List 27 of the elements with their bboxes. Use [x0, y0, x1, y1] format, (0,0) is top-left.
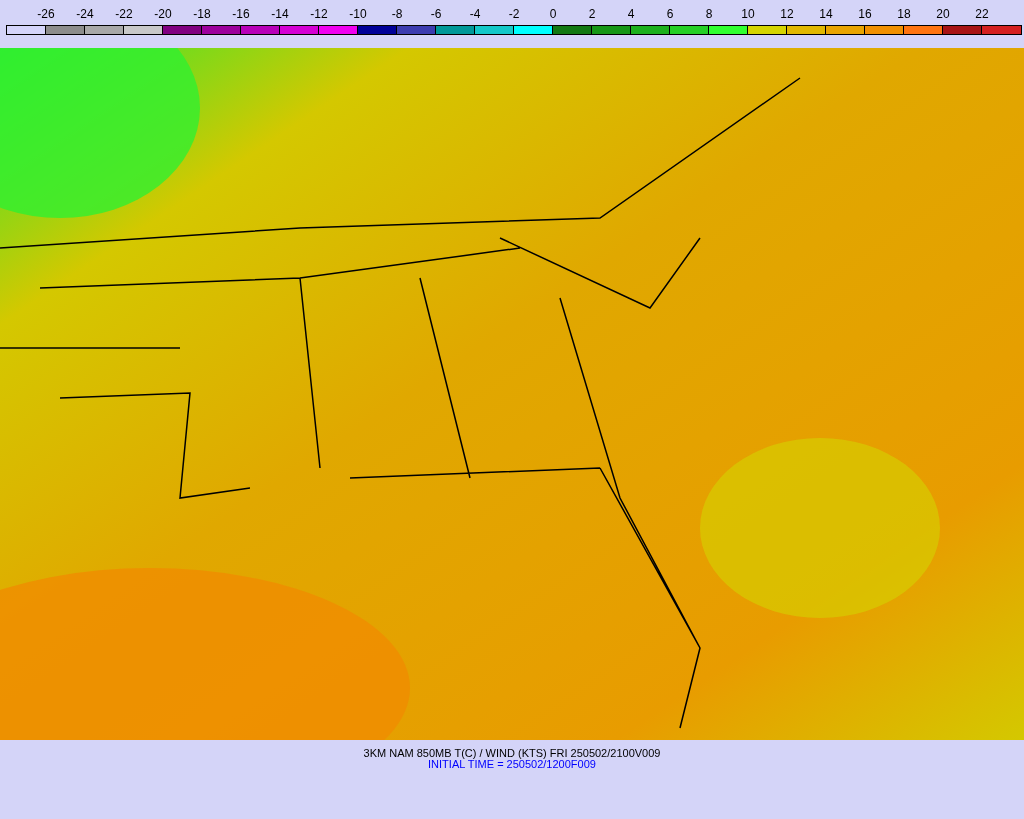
legend-label: -4	[469, 6, 481, 23]
initial-time: INITIAL TIME = 250502/1200F009	[428, 759, 596, 770]
legend-label: -22	[115, 6, 133, 23]
legend-label: -24	[76, 6, 94, 23]
legend-label: -10	[349, 6, 367, 23]
legend-label: 20	[936, 6, 950, 23]
legend-label: -14	[271, 6, 289, 23]
map-title: 3KM NAM 850MB T(C) / WIND (KTS) FRI 250502/2100V009	[363, 748, 661, 759]
legend-label: 16	[858, 6, 872, 23]
legend-label: 10	[741, 6, 755, 23]
legend-label: 6	[666, 6, 674, 23]
legend-label: 12	[780, 6, 794, 23]
legend-label: 2	[588, 6, 596, 23]
legend-label: -12	[310, 6, 328, 23]
legend-label: 8	[705, 6, 713, 23]
legend-label: -2	[508, 6, 520, 23]
legend-label: 4	[627, 6, 635, 23]
legend-label: -18	[193, 6, 211, 23]
legend-label: -16	[232, 6, 250, 23]
legend-label: 0	[549, 6, 557, 23]
legend-label: 22	[975, 6, 989, 23]
legend-label: -26	[37, 6, 55, 23]
legend-label: -8	[391, 6, 403, 23]
legend-label: -20	[154, 6, 172, 23]
legend-label: 14	[819, 6, 833, 23]
legend-label: 18	[897, 6, 911, 23]
legend-label: -6	[430, 6, 442, 23]
